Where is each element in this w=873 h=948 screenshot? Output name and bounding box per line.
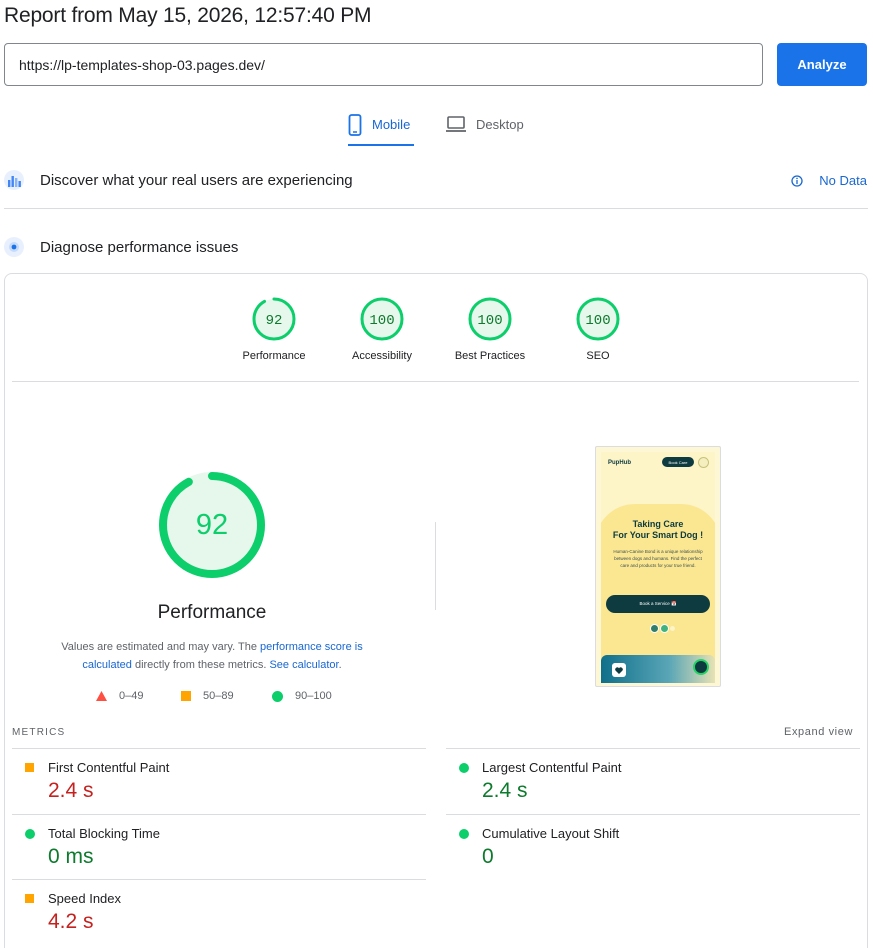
category-gauge-best-practices[interactable]: 100 Best Practices (440, 296, 540, 362)
category-gauge-performance[interactable]: 92 Performance (224, 296, 324, 362)
legend-average: 50–89 (181, 690, 234, 702)
legend-pass: 90–100 (272, 690, 332, 702)
analyze-button[interactable]: Analyze (777, 43, 867, 86)
category-label: SEO (586, 350, 610, 362)
report-title: Report from May 15, 2026, 12:57:40 PM (4, 4, 372, 27)
disclaimer-text: . (338, 659, 342, 671)
average-square-icon (25, 894, 34, 903)
metric-value: 0 ms (48, 845, 94, 868)
diagnose-section-header: Diagnose performance issues (4, 236, 238, 258)
disclaimer-text: directly from these metrics. (131, 659, 270, 671)
divider (12, 381, 859, 382)
metric-cumulative-layout-shift: Cumulative Layout Shift 0 (446, 814, 860, 880)
category-label: Performance (242, 350, 306, 362)
laptop-icon (446, 116, 466, 132)
score-ring: 100 (468, 297, 512, 341)
diagnose-label: Diagnose performance issues (40, 238, 239, 256)
metrics-heading: METRICS (12, 727, 66, 738)
info-icon (791, 174, 803, 187)
category-score: 100 (477, 313, 502, 329)
metric-largest-contentful-paint: Largest Contentful Paint 2.4 s (446, 748, 860, 814)
avatar-group (650, 624, 675, 633)
metric-value: 2.4 s (48, 779, 94, 802)
screenshot-cta: Book a Service 📅 (606, 595, 710, 613)
crux-chart-icon (4, 170, 24, 190)
crux-label: Discover what your real users are experi… (40, 171, 353, 189)
tab-mobile-label: Mobile (372, 117, 411, 132)
score-ring: 100 (576, 297, 620, 341)
page-screenshot-thumbnail[interactable]: PupHub Book Care Taking Care For Your Sm… (595, 446, 721, 687)
square-icon (181, 691, 191, 701)
metric-label: Total Blocking Time (48, 826, 160, 841)
headline-line: For Your Smart Dog ! (612, 530, 704, 540)
calculator-link[interactable]: See calculator (269, 659, 338, 671)
heart-icon (612, 663, 626, 677)
metric-label: Speed Index (48, 891, 122, 906)
score-ring: 100 (360, 297, 404, 341)
circle-icon (272, 690, 283, 702)
menu-icon (698, 457, 709, 468)
performance-gauge: 92 (159, 472, 265, 578)
category-gauge-accessibility[interactable]: 100 Accessibility (332, 296, 432, 362)
metric-value: 4.2 s (48, 910, 94, 933)
performance-score: 92 (196, 509, 228, 541)
pass-circle-icon (459, 829, 469, 839)
metric-value: 2.4 s (482, 779, 528, 802)
screenshot-viewport: PupHub Book Care Taking Care For Your Sm… (601, 452, 715, 682)
legend-label: 0–49 (119, 690, 144, 702)
url-input[interactable] (4, 43, 763, 86)
metric-label: Cumulative Layout Shift (482, 826, 620, 841)
legend-fail: 0–49 (96, 690, 143, 702)
metric-total-blocking-time: Total Blocking Time 0 ms (12, 814, 426, 880)
triangle-icon (96, 691, 107, 701)
performance-title: Performance (157, 602, 267, 623)
pass-circle-icon (459, 763, 469, 773)
metric-speed-index: Speed Index 4.2 s (12, 879, 426, 945)
no-data-label: No Data (819, 173, 867, 188)
divider (435, 522, 436, 610)
performance-disclaimer: Values are estimated and may vary. The p… (52, 638, 372, 674)
avatar (660, 624, 669, 633)
category-label: Best Practices (454, 350, 526, 362)
metric-label: First Contentful Paint (48, 760, 170, 775)
crux-section-header: Discover what your real users are experi… (4, 169, 353, 191)
expand-view-button[interactable]: Expand view (784, 726, 853, 738)
avatar (650, 624, 659, 633)
score-ring: 92 (252, 297, 296, 341)
avatar-more (670, 626, 675, 631)
category-gauge-seo[interactable]: 100 SEO (548, 296, 648, 362)
screenshot-brand: PupHub (608, 460, 631, 466)
lighthouse-icon (4, 237, 24, 257)
tab-mobile[interactable]: Mobile (348, 108, 414, 146)
category-label: Accessibility (352, 350, 412, 362)
pass-circle-icon (25, 829, 35, 839)
whatsapp-icon (693, 659, 709, 675)
legend-label: 90–100 (295, 690, 332, 702)
tab-desktop[interactable]: Desktop (446, 108, 526, 146)
screenshot-book-button: Book Care (662, 457, 694, 467)
metric-first-contentful-paint: First Contentful Paint 2.4 s (12, 748, 426, 814)
no-data-link[interactable]: No Data (791, 173, 867, 188)
legend-label: 50–89 (203, 690, 234, 702)
tab-desktop-label: Desktop (476, 117, 524, 132)
metric-label: Largest Contentful Paint (482, 760, 622, 775)
metric-value: 0 (482, 845, 494, 868)
average-square-icon (25, 763, 34, 772)
category-score: 100 (585, 313, 610, 329)
headline-line: Taking Care (632, 519, 684, 529)
mobile-icon (348, 114, 362, 136)
divider (4, 208, 868, 209)
category-score: 92 (266, 313, 283, 329)
disclaimer-text: Values are estimated and may vary. The (61, 641, 260, 653)
screenshot-body: Human-Canine Bond is a unique relationsh… (613, 549, 703, 568)
category-score: 100 (369, 313, 394, 329)
screenshot-headline: Taking Care For Your Smart Dog ! (601, 519, 715, 541)
